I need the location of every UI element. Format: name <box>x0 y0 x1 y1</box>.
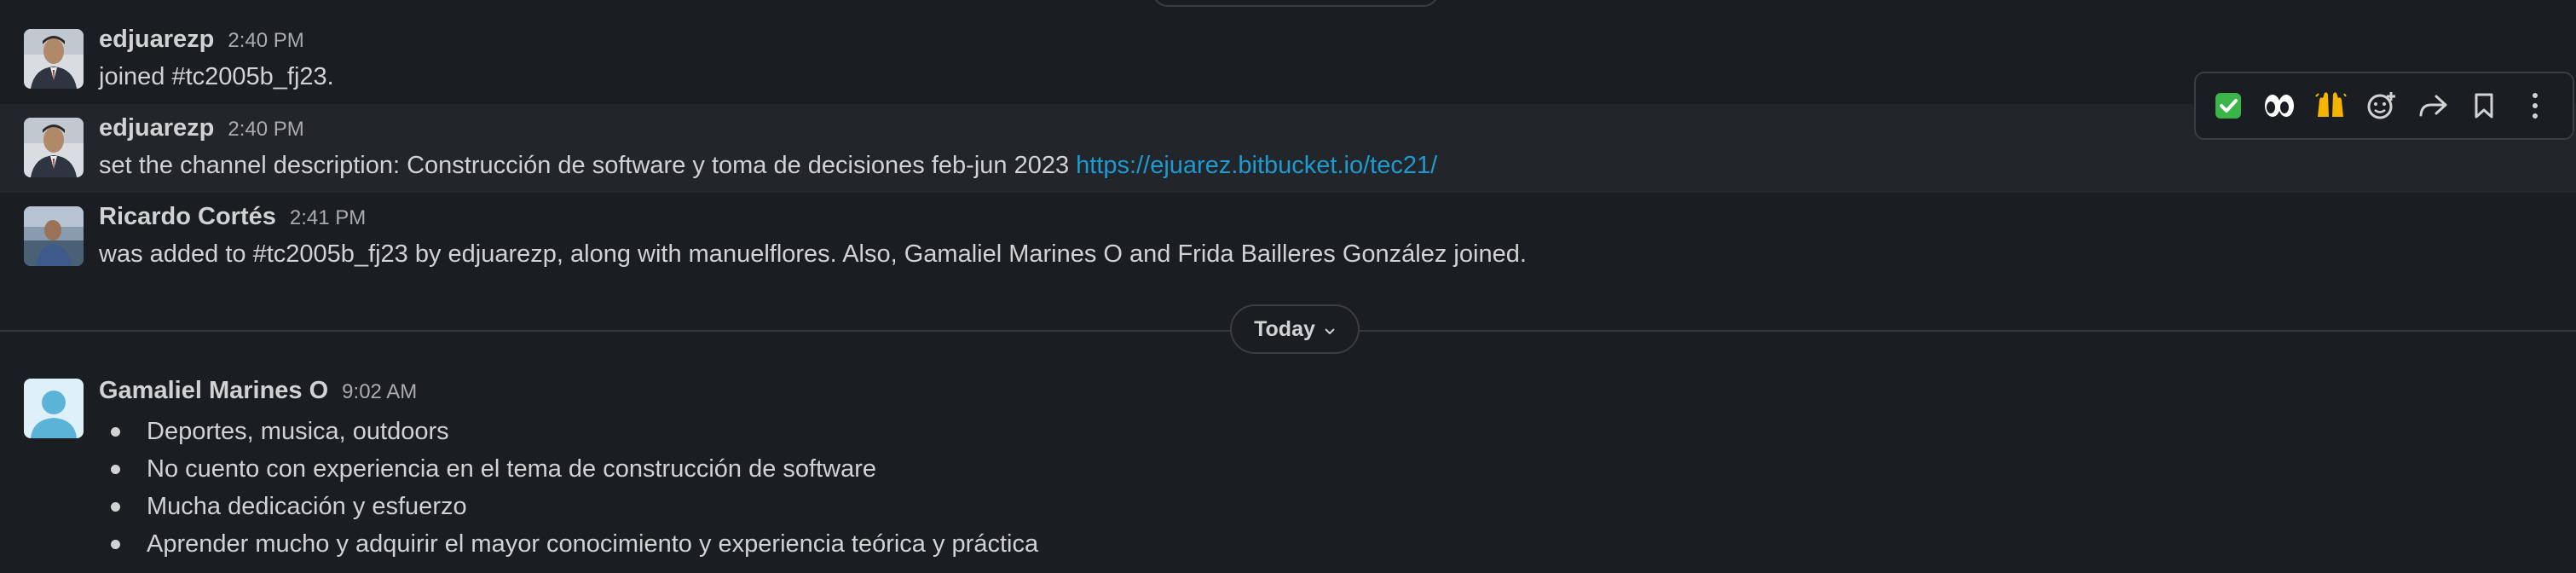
message-text: was added to #tc2005b_fj23 by edjuarezp,… <box>99 240 1527 268</box>
day-divider-button[interactable]: Today <box>1230 304 1360 354</box>
message-timestamp[interactable]: 2:41 PM <box>290 206 366 230</box>
list-item: Deportes, musica, outdoors <box>99 413 1038 450</box>
channel-description-text: set the channel description: Construcció… <box>99 152 1077 179</box>
top-date-pill <box>1152 0 1439 7</box>
message-row[interactable]: edjuarezp 2:40 PM joined #tc2005b_fj23. <box>0 15 2576 97</box>
message-timestamp[interactable]: 9:02 AM <box>342 380 417 404</box>
chevron-down-icon <box>1324 317 1336 342</box>
message-bullet-list: Deportes, musica, outdoors No cuento con… <box>99 413 1038 563</box>
list-item: Mucha dedicación y esfuerzo <box>99 488 1038 525</box>
share-message-icon[interactable] <box>2407 80 2458 131</box>
message-row[interactable]: edjuarezp 2:40 PM set the channel descri… <box>0 104 2576 193</box>
message-timestamp[interactable]: 2:40 PM <box>228 118 303 142</box>
save-bookmark-icon[interactable] <box>2458 80 2510 131</box>
day-divider-label: Today <box>1254 316 1315 341</box>
avatar[interactable] <box>24 379 84 438</box>
list-item: Aprender mucho y adquirir el mayor conoc… <box>99 525 1038 563</box>
message-author[interactable]: Gamaliel Marines O <box>99 377 328 405</box>
add-reaction-icon[interactable] <box>2356 80 2407 131</box>
avatar[interactable] <box>24 29 84 89</box>
avatar[interactable] <box>24 118 84 177</box>
message-text: joined #tc2005b_fj23. <box>99 63 334 90</box>
message-author[interactable]: edjuarezp <box>99 26 214 54</box>
avatar[interactable] <box>24 206 84 266</box>
react-eyes-icon[interactable] <box>2254 80 2305 131</box>
message-author[interactable]: Ricardo Cortés <box>99 203 276 231</box>
message-row[interactable]: Ricardo Cortés 2:41 PM was added to #tc2… <box>0 193 2576 281</box>
message-text: set the channel description: Construcció… <box>99 152 1437 180</box>
message-actions-toolbar <box>2194 72 2574 140</box>
message-author[interactable]: edjuarezp <box>99 114 214 142</box>
channel-link[interactable]: https://ejuarez.bitbucket.io/tec21/ <box>1076 152 1437 179</box>
react-check-mark-icon[interactable] <box>2203 80 2254 131</box>
message-timestamp[interactable]: 2:40 PM <box>228 29 303 53</box>
more-actions-icon[interactable] <box>2510 80 2561 131</box>
list-item: No cuento con experiencia en el tema de … <box>99 450 1038 488</box>
react-raised-hands-icon[interactable] <box>2305 80 2356 131</box>
